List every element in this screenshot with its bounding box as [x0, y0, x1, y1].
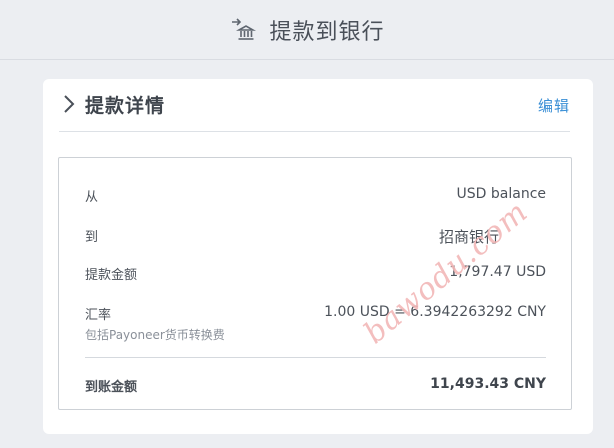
- from-row: 从 USD balance: [85, 186, 546, 206]
- rate-row: 汇率 1.00 USD = 6.3942263292 CNY 包括Payonee…: [85, 304, 546, 344]
- rate-label: 汇率: [85, 308, 112, 323]
- bank-transfer-icon: [229, 16, 257, 44]
- to-label: 到: [85, 230, 99, 245]
- total-divider: [85, 357, 546, 358]
- rate-value: 1.00 USD = 6.3942263292 CNY: [324, 304, 546, 320]
- from-label: 从: [85, 190, 99, 205]
- card-header: 提款详情 编辑: [59, 79, 570, 132]
- rate-note: 包括Payoneer货币转换费: [85, 328, 225, 342]
- page-header: 提款到银行: [0, 0, 614, 60]
- total-value: 11,493.43 CNY: [430, 376, 546, 392]
- from-value: USD balance: [456, 186, 546, 202]
- withdraw-page: 提款到银行 提款详情 编辑 从 USD balance 到 招商银行 提款金额: [0, 0, 614, 448]
- details-box: 从 USD balance 到 招商银行 提款金额 1,797.47 USD 汇…: [58, 157, 572, 410]
- total-label: 到账金额: [85, 380, 138, 395]
- total-row: 到账金额 11,493.43 CNY: [85, 376, 546, 396]
- amount-label: 提款金额: [85, 268, 138, 283]
- chevron-right-icon[interactable]: [61, 93, 77, 115]
- card-title: 提款详情: [85, 95, 166, 117]
- withdraw-details-card: 提款详情 编辑 从 USD balance 到 招商银行 提款金额 1,797.…: [43, 79, 593, 434]
- edit-link[interactable]: 编辑: [538, 95, 570, 116]
- page-title: 提款到银行: [269, 19, 385, 45]
